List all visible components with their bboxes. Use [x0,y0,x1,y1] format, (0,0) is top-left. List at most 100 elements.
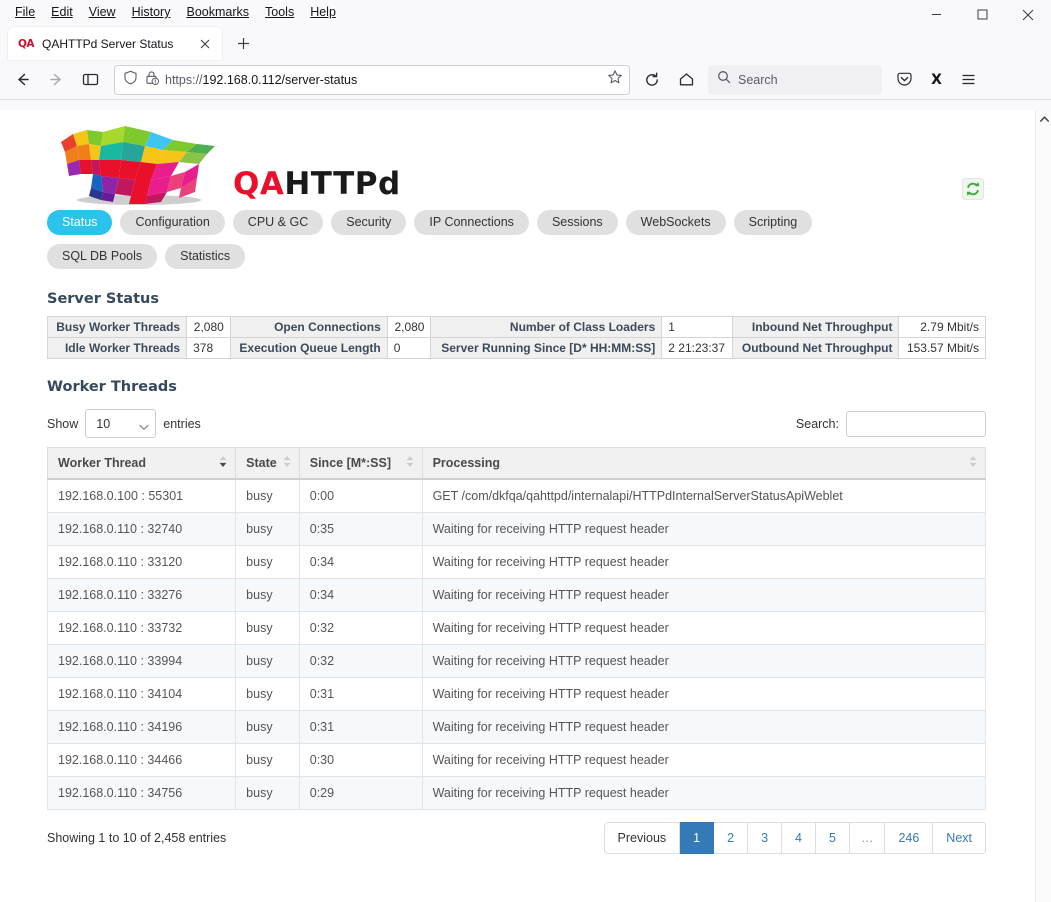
search-bar[interactable]: Search [708,64,882,95]
nav-tab-sql-db-pools[interactable]: SQL DB Pools [47,244,158,269]
hamburger-menu-icon[interactable] [952,65,984,95]
table-cell: busy [235,578,300,612]
pagination: Previous 1 2 3 4 5 … 246 Next [603,822,986,854]
table-cell: 192.168.0.100 : 55301 [46,478,237,513]
column-header-processing[interactable]: Processing [421,447,987,480]
menu-history-label: History [131,5,171,19]
nav-tab-sessions[interactable]: Sessions [536,210,618,235]
table-row[interactable]: 192.168.0.100 : 55301 busy 0:00 GET /com/dk… [46,478,987,513]
forward-button[interactable] [40,65,72,95]
toolbar-right-group: X [888,65,984,95]
search-input-worker-threads[interactable] [846,410,986,437]
page-length-select[interactable]: 102550100 [85,409,157,438]
pagination-next[interactable]: Next [933,822,986,854]
table-cell: 0:34 [298,578,423,612]
table-row[interactable]: 192.168.0.110 : 33994 busy 0:32 Waiting for… [46,644,987,678]
menu-edit-label: Edit [51,5,73,19]
menu-view[interactable]: View [82,2,123,22]
table-cell: busy [235,743,300,777]
table-cell: 0:29 [298,776,423,810]
page-header: QAHTTPd [0,110,1030,210]
pagination-page-5[interactable]: 5 [815,822,850,854]
url-host: 192.168.0.112 [202,72,282,87]
maximize-button[interactable] [959,0,1005,29]
tab-close-icon[interactable] [196,35,214,53]
shield-icon[interactable] [123,70,138,90]
nav-tab-label: Sessions [551,215,603,229]
reload-button[interactable] [636,65,668,95]
pagination-label: 5 [828,831,836,845]
save-to-pocket-icon[interactable] [888,65,920,95]
table-row[interactable]: 192.168.0.110 : 34466 busy 0:30 Waiting for… [46,743,987,777]
star-icon[interactable] [607,69,623,90]
column-header-since-m-ss[interactable]: Since [M*:SS] [298,447,423,480]
search-input[interactable]: Search [738,73,778,87]
pagination-page-3[interactable]: 3 [748,822,783,854]
menu-history[interactable]: History [125,2,178,22]
worker-threads-table: Worker Thread State Since [M*:SS] Processin… [46,447,987,810]
table-cell: 192.168.0.110 : 34756 [46,776,237,810]
menu-bookmarks-label: Bookmarks [186,5,250,19]
pagination-label: Next [946,831,972,845]
sidebar-toggle-button[interactable] [74,65,106,95]
status-value: 2,080 [186,316,231,338]
column-header-worker-thread[interactable]: Worker Thread [46,447,237,480]
status-label: Busy Worker Threads [46,316,188,338]
pagination-page-2[interactable]: 2 [714,822,749,854]
table-row[interactable]: 192.168.0.110 : 34104 busy 0:31 Waiting for… [46,677,987,711]
url-bar[interactable]: https://192.168.0.112/server-status [114,64,630,95]
url-text[interactable]: https://192.168.0.112/server-status [165,73,601,87]
nav-tab-status[interactable]: Status [47,210,113,235]
table-row[interactable]: 192.168.0.110 : 34196 busy 0:31 Waiting for… [46,710,987,744]
nav-tab-statistics[interactable]: Statistics [165,244,246,269]
menu-help[interactable]: Help [303,2,343,22]
nav-tab-label: SQL DB Pools [62,249,143,263]
table-cell: Waiting for receiving HTTP request heade… [421,578,987,612]
table-row[interactable]: 192.168.0.110 : 34756 busy 0:29 Waiting for… [46,776,987,810]
table-cell: Waiting for receiving HTTP request heade… [421,710,987,744]
menu-bookmarks[interactable]: Bookmarks [179,2,256,22]
browser-tab-qahttpd[interactable]: QA QAHTTPd Server Status [8,27,222,60]
scrollbar-thumb[interactable] [1038,128,1050,278]
extension-x-icon[interactable]: X [920,65,952,95]
new-tab-button[interactable] [228,28,258,58]
lock-warning-icon[interactable] [144,70,160,90]
nav-tab-cpu-gc[interactable]: CPU & GC [232,210,324,235]
page-length-select-wrap: 102550100 [85,409,157,438]
table-cell: 0:31 [298,710,423,744]
menu-edit[interactable]: Edit [44,2,80,22]
table-row[interactable]: 192.168.0.110 : 33276 busy 0:34 Waiting for… [46,578,987,612]
column-header-state[interactable]: State [235,447,300,480]
table-cell: Waiting for receiving HTTP request heade… [421,644,987,678]
table-cell: 192.168.0.110 : 33276 [46,578,237,612]
home-button[interactable] [670,65,702,95]
status-label: Number of Class Loaders [430,316,663,338]
scroll-up-arrow-icon[interactable] [1036,110,1051,127]
nav-tab-configuration[interactable]: Configuration [120,210,225,235]
nav-tab-websockets[interactable]: WebSockets [625,210,726,235]
pagination-page-1[interactable]: 1 [680,822,715,854]
table-cell: busy [235,545,300,579]
pagination-page-4[interactable]: 4 [782,822,816,854]
table-row[interactable]: 192.168.0.110 : 33732 busy 0:32 Waiting for… [46,611,987,645]
pagination-prev[interactable]: Previous [603,822,681,854]
nav-tab-scripting[interactable]: Scripting [733,210,813,235]
back-button[interactable] [6,65,38,95]
table-cell: 0:34 [298,545,423,579]
menu-file[interactable]: File [8,2,42,22]
close-button[interactable] [1005,0,1051,29]
pagination-label: 246 [898,831,920,845]
table-row[interactable]: 192.168.0.110 : 32740 busy 0:35 Waiting for… [46,512,987,546]
nav-tab-ip-connections[interactable]: IP Connections [414,210,529,235]
page-scrollbar[interactable] [1035,110,1051,902]
refresh-icon[interactable] [962,178,984,200]
table-row[interactable]: 192.168.0.110 : 33120 busy 0:34 Waiting for… [46,545,987,579]
nav-tab-security[interactable]: Security [331,210,407,235]
sort-icon [968,455,978,472]
status-label: Open Connections [229,316,388,338]
search-label: Search: [795,416,839,431]
minimize-button[interactable] [913,0,959,29]
menu-tools[interactable]: Tools [258,2,301,22]
page-content: QAHTTPd Status Configuration CPU & GC Secur… [0,110,1030,902]
pagination-page-246[interactable]: 246 [885,822,934,854]
